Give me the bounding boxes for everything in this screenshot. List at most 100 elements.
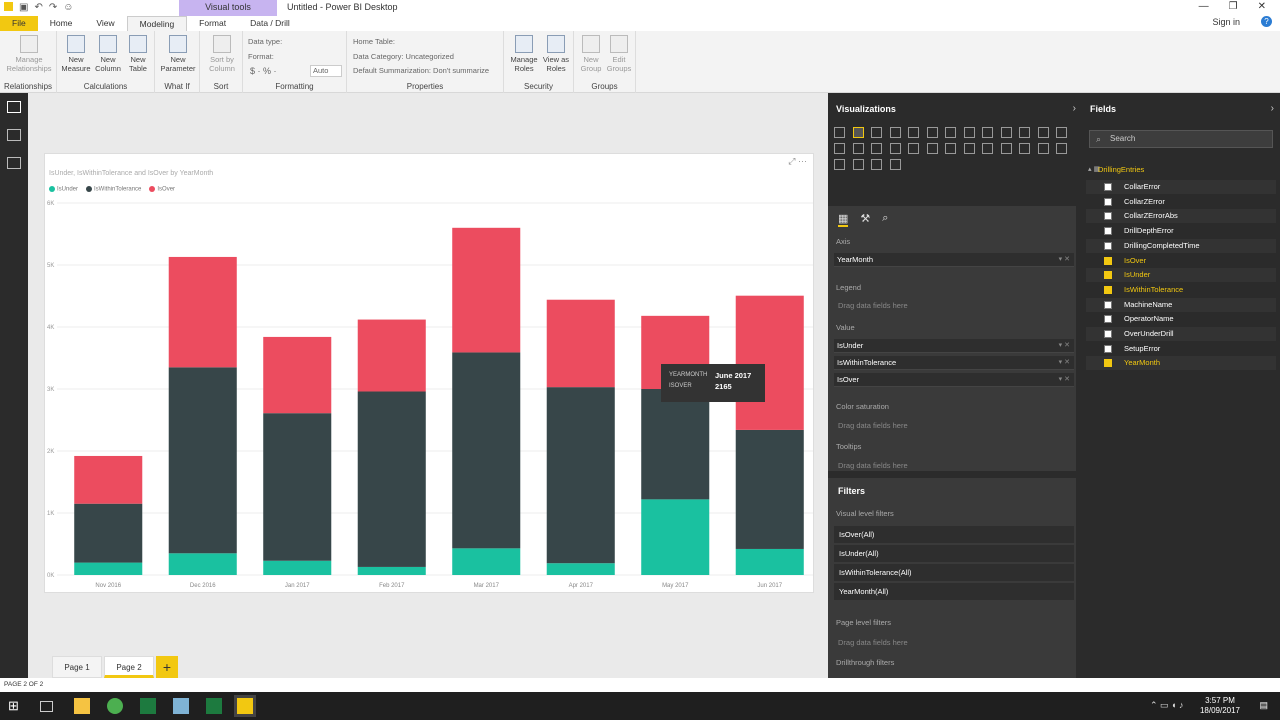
visual-type-icon[interactable] bbox=[1000, 143, 1012, 154]
page-tab-2[interactable]: Page 2 bbox=[104, 656, 154, 678]
windows-start-icon[interactable]: ⊞ bbox=[8, 698, 24, 714]
bar-segment[interactable] bbox=[74, 503, 143, 563]
bar-segment[interactable] bbox=[357, 319, 426, 392]
visual-type-icon[interactable] bbox=[852, 143, 864, 154]
visual-type-icon[interactable] bbox=[871, 159, 882, 170]
restore-icon[interactable]: ❐ bbox=[1229, 1, 1238, 12]
app-icon[interactable] bbox=[173, 698, 189, 714]
visual-type-icon[interactable] bbox=[963, 143, 975, 154]
table-name[interactable]: DrillingEntries bbox=[1098, 165, 1144, 174]
visual-type-icon[interactable] bbox=[889, 159, 901, 170]
analytics-icon[interactable]: ⌕ bbox=[882, 212, 888, 227]
page-tab-1[interactable]: Page 1 bbox=[52, 656, 102, 678]
add-page-icon[interactable]: + bbox=[156, 656, 178, 678]
field-checkbox[interactable] bbox=[1104, 256, 1112, 265]
new-table-button[interactable]: New Table bbox=[123, 35, 153, 73]
bar-segment[interactable] bbox=[546, 563, 615, 575]
visual-type-icon[interactable] bbox=[982, 143, 993, 154]
bar-segment[interactable] bbox=[641, 389, 710, 500]
visual-type-icon[interactable] bbox=[1019, 127, 1030, 138]
field-item[interactable]: DrillingCompletedTime bbox=[1086, 238, 1276, 253]
field-item[interactable]: IsWithinTolerance bbox=[1086, 283, 1276, 297]
bar-segment[interactable] bbox=[357, 391, 426, 567]
bar-segment[interactable] bbox=[263, 413, 332, 561]
help-icon[interactable]: ? bbox=[1261, 16, 1272, 27]
clock[interactable]: 3:57 PM 18/09/2017 bbox=[1200, 696, 1240, 716]
visual-type-icon[interactable] bbox=[908, 143, 919, 154]
visual-type-icon[interactable] bbox=[926, 143, 938, 154]
field-item[interactable]: OperatorName bbox=[1086, 312, 1276, 326]
filter-card[interactable]: IsWithinTolerance(All) bbox=[834, 564, 1074, 581]
filter-card[interactable]: IsOver(All) bbox=[834, 526, 1074, 543]
field-checkbox[interactable] bbox=[1104, 285, 1112, 294]
notifications-icon[interactable]: ▤ bbox=[1259, 700, 1268, 711]
save-icon[interactable]: ▣ bbox=[19, 2, 28, 13]
field-checkbox[interactable] bbox=[1104, 300, 1112, 309]
field-checkbox[interactable] bbox=[1104, 197, 1112, 206]
bar-segment[interactable] bbox=[168, 256, 237, 368]
new-parameter-button[interactable]: New Parameter bbox=[159, 35, 197, 73]
chrome-icon[interactable] bbox=[107, 698, 123, 714]
undo-icon[interactable]: ↶ bbox=[34, 2, 42, 13]
legend-drop-zone[interactable]: Drag data fields here bbox=[838, 301, 908, 310]
visual-type-icon[interactable] bbox=[945, 127, 956, 138]
system-tray-icons[interactable]: ⌃ ▭ ◖ ♪ bbox=[1150, 700, 1183, 711]
tab-file[interactable]: File bbox=[0, 16, 38, 31]
field-checkbox[interactable] bbox=[1104, 241, 1112, 250]
power-bi-icon[interactable] bbox=[234, 695, 256, 717]
sort-by-column-button[interactable]: Sort by Column bbox=[204, 35, 240, 73]
tab-format[interactable]: Format bbox=[187, 16, 238, 31]
field-checkbox[interactable] bbox=[1104, 315, 1112, 324]
visual-type-icon[interactable] bbox=[834, 127, 845, 138]
visual-type-icon[interactable] bbox=[1037, 127, 1049, 138]
tab-home[interactable]: Home bbox=[38, 16, 85, 31]
bar-segment[interactable] bbox=[546, 387, 615, 564]
visual-type-icon[interactable] bbox=[889, 127, 901, 138]
fields-search-input[interactable]: ⌕ Search bbox=[1089, 130, 1273, 148]
sign-in-link[interactable]: Sign in bbox=[1212, 17, 1240, 27]
field-item[interactable]: CollarZErrorAbs bbox=[1086, 209, 1276, 224]
visual-type-icon[interactable] bbox=[1056, 127, 1067, 138]
new-column-button[interactable]: New Column bbox=[93, 35, 123, 73]
remove-field-icon[interactable]: ▾ ✕ bbox=[1059, 339, 1070, 353]
bar-segment[interactable] bbox=[546, 299, 615, 388]
edit-groups-button[interactable]: Edit Groups bbox=[604, 35, 634, 73]
field-item[interactable]: MachineName bbox=[1086, 297, 1276, 312]
fields-tab-icon[interactable]: ▦ bbox=[838, 212, 849, 227]
color-saturation-drop-zone[interactable]: Drag data fields here bbox=[838, 421, 908, 430]
value-field[interactable]: IsOver ▾ ✕ bbox=[834, 373, 1074, 387]
bar-segment[interactable] bbox=[452, 227, 521, 353]
visual-type-icon[interactable] bbox=[1037, 143, 1049, 154]
visual-type-icon[interactable] bbox=[926, 127, 938, 138]
page-filters-drop-zone[interactable]: Drag data fields here bbox=[838, 638, 908, 647]
visual-type-icon[interactable] bbox=[945, 143, 956, 154]
default-summarization-dropdown[interactable]: Default Summarization: Don't summarize bbox=[353, 66, 489, 75]
visual-type-icon[interactable] bbox=[982, 127, 993, 138]
remove-field-icon[interactable]: ▾ ✕ bbox=[1059, 356, 1070, 370]
visual-type-icon[interactable] bbox=[834, 159, 845, 170]
excel-icon[interactable] bbox=[140, 698, 156, 714]
redo-icon[interactable]: ↷ bbox=[49, 2, 57, 13]
bar-segment[interactable] bbox=[168, 553, 237, 575]
remove-field-icon[interactable]: ▾ ✕ bbox=[1059, 373, 1070, 387]
visual-type-icon[interactable] bbox=[963, 127, 975, 138]
field-checkbox[interactable] bbox=[1104, 183, 1112, 191]
axis-field[interactable]: YearMonth ▾ ✕ bbox=[834, 253, 1074, 267]
bar-segment[interactable] bbox=[74, 455, 143, 504]
bar-segment[interactable] bbox=[74, 562, 143, 575]
data-type-dropdown[interactable]: Data type: bbox=[248, 37, 282, 46]
format-paint-icon[interactable]: ⚒ bbox=[860, 212, 870, 227]
field-item[interactable]: IsOver bbox=[1086, 254, 1276, 268]
value-field[interactable]: IsUnder ▾ ✕ bbox=[834, 339, 1074, 353]
decimal-places-input[interactable]: Auto bbox=[310, 65, 342, 77]
bar-segment[interactable] bbox=[452, 352, 521, 549]
value-field[interactable]: IsWithinTolerance ▾ ✕ bbox=[834, 356, 1074, 370]
currency-format-icon[interactable]: $ · % · bbox=[250, 66, 277, 76]
field-item[interactable]: YearMonth bbox=[1086, 356, 1276, 371]
field-checkbox[interactable] bbox=[1104, 330, 1112, 338]
new-measure-button[interactable]: New Measure bbox=[61, 35, 91, 73]
field-item[interactable]: CollarZError bbox=[1086, 195, 1276, 209]
bar-segment[interactable] bbox=[641, 499, 710, 575]
remove-field-icon[interactable]: ▾ ✕ bbox=[1059, 253, 1070, 267]
field-item[interactable]: OverUnderDrill bbox=[1086, 327, 1276, 341]
